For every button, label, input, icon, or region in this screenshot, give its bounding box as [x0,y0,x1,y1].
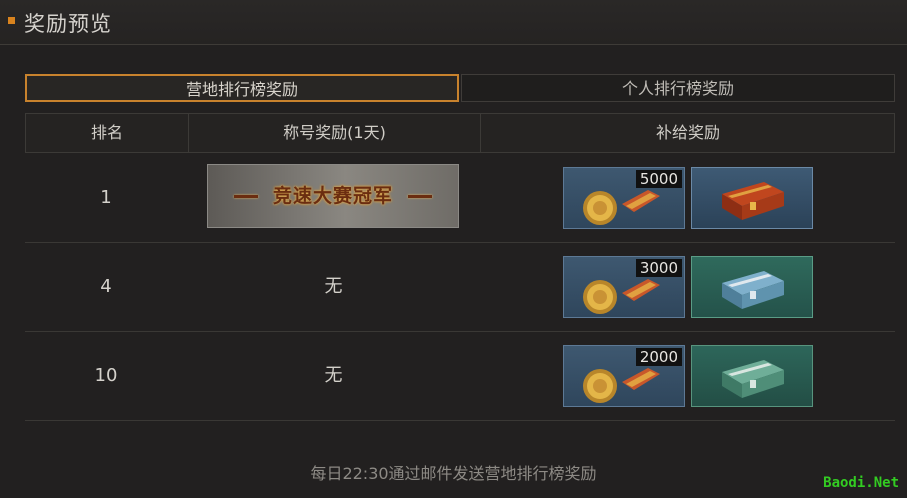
table-row: 4 无 3000 [25,243,895,332]
column-header-supply-reward: 补给奖励 [655,123,720,142]
table-header: 排名 称号奖励(1天) 补给奖励 [25,113,895,153]
column-header-title-reward: 称号奖励(1天) [189,114,481,152]
title-reward-cell: 无 [324,276,343,297]
supply-item-chest[interactable] [691,345,813,407]
quantity-badge: 3000 [635,259,682,277]
tab-personal-ranking-reward[interactable]: 个人排行榜奖励 [461,74,895,102]
title-badge-label: 竞速大赛冠军 [272,185,393,207]
table-row: 1 竞速大赛冠军 5000 [25,154,895,243]
rank-cell: 4 [100,276,112,297]
title-badge[interactable]: 竞速大赛冠军 [207,164,459,228]
rank-cell: 1 [100,187,112,208]
quantity-badge: 5000 [635,170,682,188]
supply-item-medal[interactable]: 3000 [563,256,685,318]
rank-cell: 10 [94,365,118,386]
title-bar: 奖励预览 [0,0,907,45]
supply-item-chest[interactable] [691,167,813,229]
supply-item-medal[interactable]: 5000 [563,167,685,229]
title-reward-cell: 无 [324,365,343,386]
quantity-badge: 2000 [635,348,682,366]
title-marker-icon [8,17,15,24]
supply-item-chest[interactable] [691,256,813,318]
tab-camp-ranking-reward[interactable]: 营地排行榜奖励 [25,74,459,102]
red-chest-icon [722,182,784,220]
column-header-rank: 排名 [26,114,189,152]
footer-note: 每日22:30通过邮件发送营地排行榜奖励 [310,464,597,483]
table-row: 10 无 2000 [25,332,895,421]
watermark: Baodi.Net [823,475,899,491]
page-title: 奖励预览 [24,12,112,36]
green-chest-icon [722,360,784,398]
supply-item-medal[interactable]: 2000 [563,345,685,407]
blue-chest-icon [722,271,784,309]
